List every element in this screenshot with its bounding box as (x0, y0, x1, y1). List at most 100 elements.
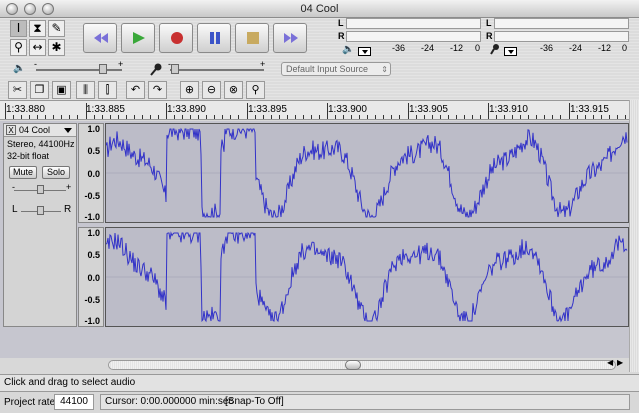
gain-slider-thumb[interactable] (37, 185, 44, 194)
ruler-tick (238, 115, 240, 119)
ruler-tick (254, 115, 256, 119)
draw-tool-icon[interactable]: ✎ (48, 20, 65, 37)
zoom-tool-icon[interactable]: ⚲ (10, 39, 27, 56)
pan-right-label: R (64, 204, 72, 215)
ruler-tick (310, 115, 312, 119)
record-icon (171, 32, 183, 44)
trim-icon[interactable]: ⫼ (76, 81, 95, 99)
multi-tool-icon[interactable]: ✱ (48, 39, 65, 56)
ruler-tick (246, 103, 248, 119)
project-rate-field[interactable]: 44100 (54, 394, 94, 410)
ruler-tick (359, 115, 361, 119)
input-volume-slider[interactable] (170, 69, 264, 71)
scroll-thumb[interactable] (345, 360, 361, 370)
output-volume-thumb[interactable] (99, 64, 108, 74)
pan-slider-thumb[interactable] (37, 206, 44, 215)
ruler-tick (318, 115, 320, 119)
pause-button[interactable] (197, 23, 231, 53)
ruler-tick (222, 115, 224, 119)
waveform-right-graphic (105, 231, 628, 323)
fit-project-icon[interactable]: ⚲ (246, 81, 265, 99)
ruler-label: 1:33.905 (409, 104, 448, 115)
rec-scale-label: -36 (540, 43, 554, 53)
cut-icon[interactable]: ✂ (8, 81, 27, 99)
ruler-tick (141, 115, 143, 119)
ruler-tick (45, 115, 47, 119)
ruler-tick (286, 115, 288, 119)
horizontal-scrollbar[interactable]: ◀ ▶ (0, 358, 629, 372)
stop-button[interactable] (235, 23, 269, 53)
track-title-bar[interactable]: X 04 Cool (4, 124, 76, 137)
fit-selection-icon[interactable]: ⊗ (224, 81, 243, 99)
ruler-tick (399, 115, 401, 119)
play-button[interactable] (121, 23, 155, 53)
scroll-track[interactable] (108, 360, 616, 370)
play-meter-right-label: R (338, 31, 345, 41)
ruler-tick (439, 115, 441, 119)
output-volume-slider[interactable] (36, 69, 122, 71)
play-meter-dropdown[interactable] (358, 47, 371, 56)
input-volume-thumb[interactable] (170, 64, 179, 74)
rec-meter-dropdown[interactable] (504, 47, 517, 56)
zoom-in-icon[interactable]: ⊕ (180, 81, 199, 99)
play-scale-label: -36 (392, 43, 406, 53)
vertical-scrollbar[interactable] (629, 100, 639, 372)
input-volume-icon (150, 63, 162, 76)
redo-icon[interactable]: ↷ (148, 81, 167, 99)
waveform-right-channel[interactable] (105, 227, 629, 327)
ruler-tick (166, 103, 167, 119)
ruler-tick (262, 115, 264, 119)
play-scale-label: -24 (421, 43, 435, 53)
scroll-right-arrow-icon[interactable]: ▶ (617, 358, 623, 367)
copy-icon[interactable]: ❐ (30, 81, 49, 99)
ruler-tick (391, 115, 393, 119)
record-button[interactable] (159, 23, 193, 53)
title-bar: 04 Cool (0, 0, 639, 18)
play-meter-left (346, 18, 481, 29)
y-scale-right-channel: 1.0 0.5 0.0 -0.5 -1.0 (78, 227, 104, 327)
ruler-tick (552, 115, 554, 119)
window-title: 04 Cool (300, 3, 339, 15)
ruler-label: 1:33.900 (328, 104, 367, 115)
ruler-label: 1:33.880 (6, 104, 45, 115)
status-message: Click and drag to select audio (4, 377, 136, 388)
ruler-tick (53, 115, 55, 119)
paste-icon[interactable]: ▣ (52, 81, 71, 99)
ruler-tick (101, 115, 103, 119)
ruler-tick (174, 115, 176, 119)
ruler-tick (190, 115, 192, 119)
solo-button[interactable]: Solo (42, 166, 70, 179)
timeline-ruler[interactable]: 1:33.880 1:33.885 1:33.890 1:33.895 1:33… (0, 100, 634, 120)
rec-meter-left (494, 18, 629, 29)
ruler-tick (157, 115, 159, 119)
y-axis-label: 0.0 (87, 169, 100, 179)
track-menu-dropdown-icon[interactable] (64, 128, 72, 133)
skip-to-start-button[interactable] (83, 23, 117, 53)
mute-button[interactable]: Mute (9, 166, 37, 179)
ruler-tick (198, 115, 200, 119)
ruler-tick (520, 115, 522, 119)
track-close-button[interactable]: X (6, 125, 16, 135)
select-tool-icon[interactable]: I (10, 20, 27, 37)
skip-to-end-button[interactable] (273, 23, 307, 53)
waveform-left-channel[interactable] (105, 123, 629, 223)
input-source-select[interactable]: Default Input Source ⇕ (281, 62, 391, 76)
ruler-label: 1:33.890 (167, 104, 206, 115)
undo-icon[interactable]: ↶ (126, 81, 145, 99)
select-arrows-icon: ⇕ (381, 65, 388, 74)
snap-status: [Snap-To Off] (225, 396, 284, 407)
ruler-tick (431, 115, 433, 119)
rec-scale-label: -12 (598, 43, 612, 53)
ruler-tick (528, 115, 530, 119)
ruler-tick (206, 115, 208, 119)
envelope-tool-icon[interactable]: ⧗ (29, 20, 46, 37)
ruler-tick (375, 115, 377, 119)
ruler-tick (455, 115, 457, 119)
track-format-info: Stereo, 44100Hz (7, 139, 75, 149)
zoom-out-icon[interactable]: ⊖ (202, 81, 221, 99)
scroll-left-arrow-icon[interactable]: ◀ (607, 358, 613, 367)
timeshift-tool-icon[interactable]: ↔ (29, 39, 46, 56)
silence-icon[interactable]: ⫿ (98, 81, 117, 99)
ruler-tick (351, 115, 353, 119)
ruler-label: 1:33.915 (570, 104, 609, 115)
